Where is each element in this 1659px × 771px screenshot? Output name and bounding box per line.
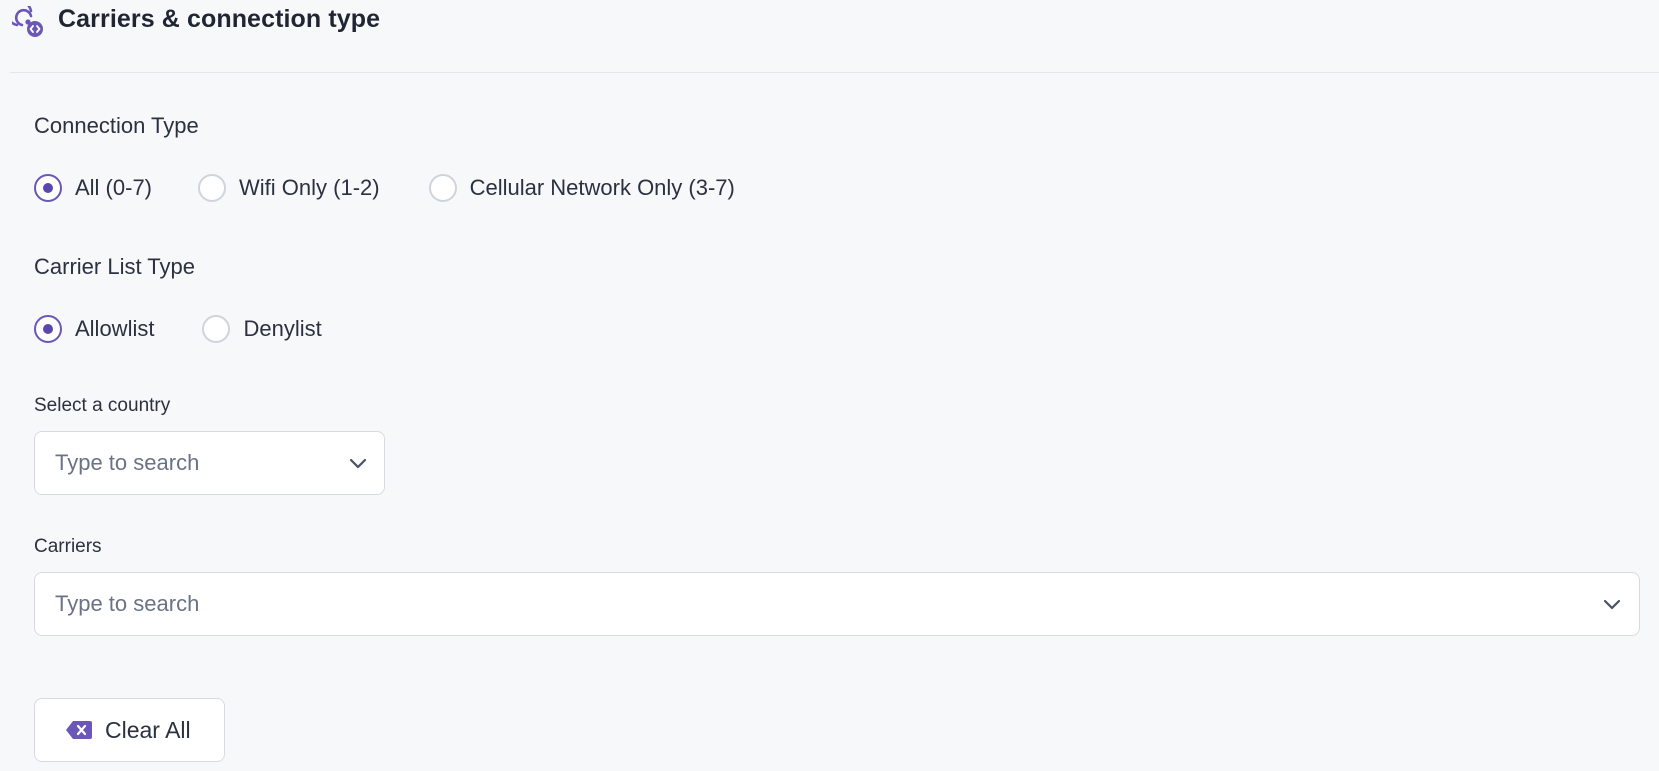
radio-button[interactable] (428, 174, 457, 202)
header-divider (10, 72, 1659, 73)
chevron-down-icon[interactable] (347, 452, 369, 474)
radio-label: Denylist (243, 316, 322, 341)
radio-connection-cellular-only[interactable]: Cellular Network Only (3-7) (428, 174, 735, 202)
carriers-search-input[interactable] (55, 573, 1555, 635)
radio-button[interactable] (202, 315, 231, 343)
radio-denylist[interactable]: Denylist (202, 315, 322, 343)
radio-connection-wifi-only[interactable]: Wifi Only (1-2) (198, 174, 380, 202)
connection-type-radio-group: All (0-7) Wifi Only (1-2) Cellular Netwo… (34, 171, 735, 205)
radio-button[interactable] (34, 315, 62, 343)
carrier-list-type-label: Carrier List Type (34, 254, 195, 279)
radio-label: All (0-7) (75, 175, 153, 200)
backspace-clear-icon (65, 720, 93, 740)
connection-type-label: Connection Type (34, 113, 199, 138)
radio-label: Allowlist (75, 316, 155, 341)
radio-label: Wifi Only (1-2) (239, 175, 380, 200)
carriers-connection-panel: Carriers & connection type Connection Ty… (0, 0, 1659, 771)
country-select[interactable] (34, 431, 385, 495)
radio-button[interactable] (198, 174, 227, 202)
carriers-select[interactable] (34, 572, 1640, 636)
panel-header: Carriers & connection type (0, 0, 1659, 72)
carrier-signal-icon (5, 0, 46, 40)
radio-connection-all[interactable]: All (0-7) (34, 174, 152, 202)
country-search-input[interactable] (55, 432, 325, 494)
radio-allowlist[interactable]: Allowlist (34, 315, 154, 343)
clear-all-label: Clear All (105, 716, 191, 743)
radio-label: Cellular Network Only (3-7) (469, 175, 735, 200)
clear-all-button[interactable]: Clear All (34, 698, 225, 762)
page-title: Carriers & connection type (58, 5, 381, 33)
chevron-down-icon[interactable] (1601, 593, 1623, 615)
radio-button[interactable] (34, 174, 62, 202)
carriers-field-label: Carriers (34, 536, 102, 557)
country-field-label: Select a country (34, 395, 171, 416)
carrier-list-type-radio-group: Allowlist Denylist (34, 312, 322, 346)
